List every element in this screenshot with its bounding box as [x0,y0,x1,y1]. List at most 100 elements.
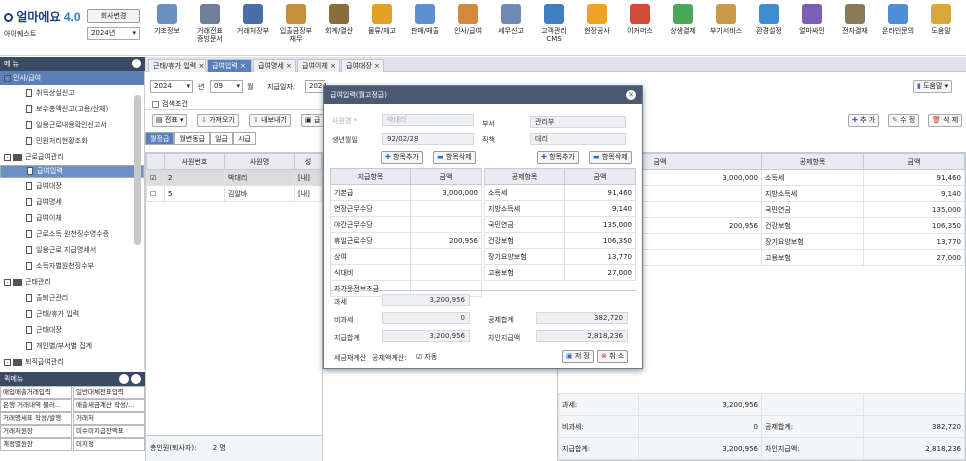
edit-button[interactable]: ✎ 수 정 [888,114,920,127]
sidebar-item-4[interactable]: - 근로급여관리 [0,149,144,165]
table-row[interactable]: ☑ 2 박대리 [내] [146,169,322,186]
subtab-1[interactable]: 월변동급 [174,132,211,145]
table-row[interactable]: 연장근무수당 [330,200,482,217]
toolbar-item-13[interactable]: 부가서비스 [705,4,747,52]
ded-item-value[interactable]: 135,000 [564,216,636,233]
quick-menu-item[interactable]: 거래처원장 [0,425,72,438]
quick-menu-item[interactable]: 매출세금계산 작성/... [73,399,145,412]
sidebar-item-8[interactable]: 급여이체 [0,210,144,226]
quick-menu-item[interactable]: 계정별원장 [0,438,72,451]
pay-item-value[interactable] [410,216,482,233]
quick-menu-item[interactable]: 거래처 [73,412,145,425]
sidebar-item-14[interactable]: 근태/휴가 입력 [0,306,144,322]
toolbar-item-15[interactable]: 얼마싸인 [791,4,833,52]
toolbar-item-8[interactable]: 세무신고 [490,4,532,52]
sidebar-item-11[interactable]: 소득자별원천징수부 [0,258,144,274]
sidebar-item-16[interactable]: 개인별/부서별 집계 [0,338,144,354]
delete-button[interactable]: 🗑 삭 제 [928,114,963,127]
pay-item-value[interactable] [410,248,482,265]
collapse-icon[interactable] [132,59,141,68]
add-button[interactable]: ✚ 추 가 [848,114,880,127]
tab-0[interactable]: 근태/휴가 입력 × [148,59,206,72]
table-row[interactable]: 장기요양보험 13,770 [484,248,636,265]
subtab-2[interactable]: 일급 [210,132,233,145]
subtab-0[interactable]: 월정급 [145,132,175,145]
year-select[interactable]: 2024년 ▾ [87,27,140,40]
toolbar-item-17[interactable]: 온라인문의 [877,4,919,52]
sidebar-scrollbar[interactable] [134,95,141,245]
tab-4[interactable]: 급여대장 × [341,59,384,72]
pay-del-item-button[interactable]: ▬ 항목삭제 [433,151,476,164]
sidebar-item-12[interactable]: - 근태관리 [0,274,144,290]
toolbar-item-0[interactable]: 기초정보 [146,4,188,52]
close-icon[interactable]: × [196,62,204,70]
toolbar-item-2[interactable]: 거래처장부 [232,4,274,52]
quick-menu-item[interactable]: 거래명세표 작성/발행 [0,412,72,425]
sidebar-item-2[interactable]: 일용근로내용확인신고서 [0,117,144,133]
sidebar-item-1[interactable]: 보수총액신고(고용/산재) [0,101,144,117]
table-row[interactable]: 기본급 3,000,000 [330,184,482,201]
ded-item-value[interactable]: 106,350 [564,232,636,249]
toolbar-item-1[interactable]: 거래전표 증빙문서 [189,4,231,52]
toolbar-item-14[interactable]: 환경설정 [748,4,790,52]
ded-add-item-button[interactable]: ✚ 항목추가 [537,151,579,164]
table-row[interactable]: 상여 [330,248,482,265]
pay-item-value[interactable] [410,200,482,217]
close-icon[interactable]: × [238,62,246,70]
pay-item-value[interactable]: 200,956 [410,232,482,249]
toolbar-item-9[interactable]: 고객관리 CMS [533,4,575,52]
search-condition-toggle[interactable]: 검색조건 [152,99,188,109]
import-button[interactable]: ⇩ 가져오기 [197,114,239,127]
table-row[interactable]: 야간근무수당 [330,216,482,233]
table-row[interactable]: 휴일근로수당 200,956 [330,232,482,249]
toolbar-item-5[interactable]: 물류/재고 [361,4,403,52]
pay-item-value[interactable]: 3,000,000 [410,184,482,201]
slip-print-button[interactable]: ▣ 급 [301,114,323,127]
chevron-down-icon[interactable] [131,374,141,384]
sidebar-item-6[interactable]: 급여대장 [0,178,144,194]
toolbar-item-16[interactable]: 전자결재 [834,4,876,52]
toolbar-item-12[interactable]: 상생결제 [662,4,704,52]
sidebar-item-0[interactable]: 취득상실신고 [0,85,144,101]
ded-del-item-button[interactable]: ▬ 항목삭제 [589,151,632,164]
recalc-tax-link[interactable]: 세금재계산 [334,353,366,363]
help-button[interactable]: ▮ 도움말 ▾ [913,80,953,93]
subtab-3[interactable]: 시급 [232,132,256,145]
quick-menu-item[interactable]: 미수미지급잔액표 [73,425,145,438]
close-icon[interactable]: × [328,62,336,70]
pay-add-item-button[interactable]: ✚ 항목추가 [381,151,423,164]
sidebar-item-13[interactable]: 출퇴근관리 [0,290,144,306]
sidebar-item-15[interactable]: 근태대장 [0,322,144,338]
ded-item-value[interactable]: 9,140 [564,200,636,217]
toolbar-item-11[interactable]: 이커머스 [619,4,661,52]
pay-date-input[interactable]: 2024 [305,80,327,93]
close-icon[interactable]: × [284,62,292,70]
save-button[interactable]: ▣ 저 장 [562,350,594,363]
sidebar-item-5[interactable]: 급여입력 [0,165,144,178]
toolbar-item-10[interactable]: 현장공사 [576,4,618,52]
close-icon[interactable]: × [372,62,380,70]
table-row[interactable]: 소득세 91,460 [484,184,636,201]
table-row[interactable]: 국민연금 135,000 [484,216,636,233]
export-button[interactable]: ⇧ 내보내기 [249,114,291,127]
quick-menu-item[interactable]: 미지정 [73,438,145,451]
toolbar-item-6[interactable]: 판매/매출 [404,4,446,52]
sidebar-item-3[interactable]: 민원처리현황조회 [0,133,144,149]
nontax-field[interactable]: 0 [382,312,470,324]
employee-field[interactable]: 박대리 [382,114,474,126]
ded-item-value[interactable]: 91,460 [564,184,636,201]
table-row[interactable]: 지방소득세 9,140 [484,200,636,217]
cancel-button[interactable]: ⊗ 취 소 [597,350,629,363]
toolbar-item-7[interactable]: 인사/급여 [447,4,489,52]
tab-1[interactable]: 급여입력 × [207,59,252,72]
slip-button[interactable]: ▤ 전표 ▾ [152,114,188,127]
quick-menu-item[interactable]: 매입매출거래입력 [0,386,72,399]
sidebar-item-9[interactable]: 근로소득 원천징수영수증 [0,226,144,242]
quick-menu-item[interactable]: 은행 거래내역 불러... [0,399,72,412]
toolbar-item-3[interactable]: 입출금장부 재무 [275,4,317,52]
sidebar-item-7[interactable]: 급여명세 [0,194,144,210]
table-row[interactable]: 식대비 [330,264,482,281]
pay-item-value[interactable] [410,264,482,281]
sidebar-item-17[interactable]: - 퇴직급여관리 [0,354,144,369]
row-checkbox[interactable]: ☐ [146,185,165,202]
